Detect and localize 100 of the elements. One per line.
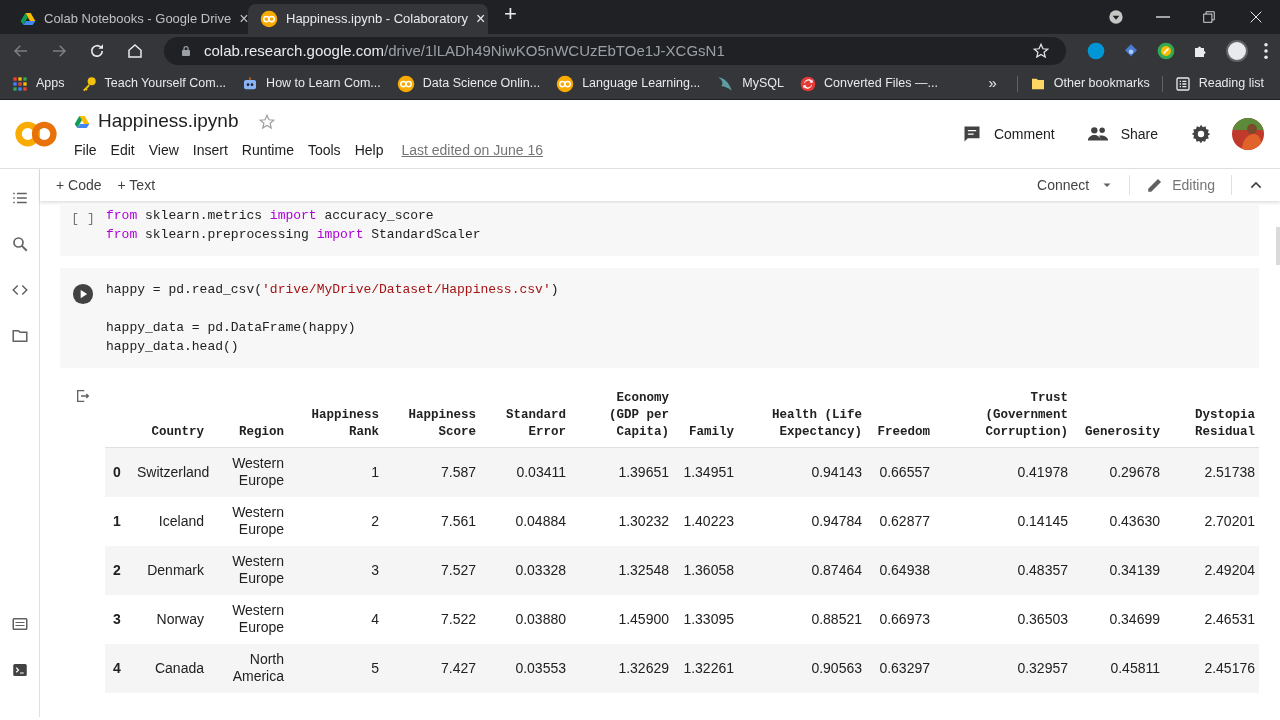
last-edited-link[interactable]: Last edited on June 16 — [401, 139, 544, 161]
table-cell: 0.94784 — [811, 512, 862, 529]
table-cell: 0.66557 — [879, 463, 930, 480]
table-cell: 0.03880 — [515, 610, 566, 627]
table-cell: 0.66973 — [879, 610, 930, 627]
column-header: Trust (Government Corruption) — [984, 390, 1068, 441]
menu-item[interactable]: Help — [354, 139, 384, 161]
table-cell: Iceland — [158, 512, 204, 529]
row-index: 4 — [113, 659, 121, 676]
notebook-title[interactable]: Happiness.ipynb — [98, 107, 239, 136]
lock-icon — [180, 45, 192, 57]
table-cell: 0.34139 — [1109, 561, 1160, 578]
table-cell: Norway — [156, 610, 204, 627]
output-icon — [75, 388, 91, 404]
code-cell[interactable]: happy = pd.read_csv('drive/MyDrive/Dataset/Happiness.csv') happy_data = pd.DataFrame(happy) happy_data.head() — [60, 268, 1259, 368]
profile-avatar[interactable] — [1226, 40, 1248, 62]
close-tab-button[interactable]: × — [239, 7, 249, 31]
table-cell: 0.87464 — [811, 561, 862, 578]
menu-item[interactable]: Runtime — [241, 139, 294, 161]
drive-icon — [20, 11, 36, 27]
editing-mode-button[interactable]: Editing — [1130, 174, 1231, 196]
table-cell: 2.49204 — [1204, 561, 1255, 578]
bookmark[interactable]: How to Learn Com... — [242, 74, 397, 93]
table-cell: 1 — [371, 463, 379, 480]
forward-icon — [50, 42, 68, 60]
menu-item[interactable]: Tools — [307, 139, 341, 161]
table-cell: Western Europe — [232, 602, 284, 635]
bookmark[interactable]: Converted Files —... — [800, 74, 954, 93]
menu-item[interactable]: File — [74, 139, 97, 161]
reading-list-icon — [1174, 75, 1191, 92]
table-cell: 0.88521 — [811, 610, 862, 627]
table-cell: 1.45900 — [618, 610, 669, 627]
code-cell[interactable]: [ ] from sklearn.metrics import accuracy_score from sklearn.preprocessing import StandardScaler — [60, 205, 1259, 256]
table-cell: 2.45176 — [1204, 659, 1255, 676]
reload-icon — [88, 42, 106, 60]
table-cell: Canada — [154, 659, 204, 676]
table-cell: 0.48357 — [1017, 561, 1068, 578]
table-cell: 0.04884 — [515, 512, 566, 529]
bookmark-star-icon — [1032, 42, 1050, 60]
table-cell: 0.63297 — [879, 659, 930, 676]
row-index: 1 — [113, 512, 121, 529]
bookmark[interactable]: Reading list — [1170, 74, 1268, 93]
column-header: Region — [238, 424, 284, 441]
bookmark[interactable]: Apps — [12, 74, 81, 93]
column-header: Generosity — [1084, 424, 1160, 441]
add-cell-button[interactable]: + Code — [56, 174, 102, 196]
bookmark[interactable]: Teach Yourself Com... — [80, 74, 243, 93]
table-cell: 0.94143 — [811, 463, 862, 480]
share-button[interactable]: Share — [1086, 123, 1158, 145]
column-header: Dystopia Residual — [1194, 407, 1255, 441]
column-header: Health (Life Expectancy) — [771, 407, 862, 441]
table-cell: 2.51738 — [1204, 463, 1255, 480]
bookmark[interactable]: Other bookmarks — [1025, 74, 1154, 93]
table-cell: 7.561 — [440, 512, 476, 529]
bookmark[interactable]: Data Science Onlin... — [396, 74, 557, 93]
browser-tab[interactable]: Happiness.ipynb - Colaboratory × — [248, 4, 488, 34]
browser-tab[interactable]: Colab Notebooks - Google Drive × — [8, 4, 248, 34]
colab-logo-icon — [396, 74, 415, 93]
table-cell: 1.32629 — [618, 659, 669, 676]
comment-button[interactable]: Comment — [961, 123, 1055, 145]
code-text: happy = pd.read_csv('drive/MyDrive/Dataset/Happiness.csv') happy_data = pd.DataFrame(happy) happy_data.head() — [106, 281, 559, 356]
add-cell-button[interactable]: + Text — [117, 174, 156, 196]
bookmark[interactable]: MySQL — [716, 74, 801, 93]
table-cell: 1.32548 — [618, 561, 669, 578]
column-header: Freedom — [876, 424, 930, 441]
run-cell-button — [72, 283, 94, 305]
bookmark[interactable]: Language Learning... — [556, 74, 717, 93]
table-cell: 5 — [371, 659, 379, 676]
column-header: Economy (GDP per Capita) — [608, 390, 669, 441]
robot-icon — [242, 75, 259, 92]
address-bar[interactable]: colab.research.google.com/drive/1lLADh49NiwKO5nWCUzEbTOe1J-XCGsN1 — [164, 37, 1066, 65]
more-menu-icon[interactable] — [1264, 43, 1268, 59]
table-cell: 0.34699 — [1109, 610, 1160, 627]
table-cell: Western Europe — [232, 504, 284, 537]
table-cell: 0.03328 — [515, 561, 566, 578]
table-cell: Denmark — [147, 561, 204, 578]
menu-item[interactable]: View — [148, 139, 179, 161]
column-header: Standard Error — [505, 407, 566, 441]
table-cell: 1.40223 — [683, 512, 734, 529]
table-cell: Switzerland — [137, 463, 210, 480]
table-cell: 2 — [371, 512, 379, 529]
table-cell: 7.587 — [440, 463, 476, 480]
table-cell: 0.41978 — [1017, 463, 1068, 480]
drive-icon — [74, 113, 90, 130]
connect-button[interactable]: Connect — [1037, 174, 1130, 196]
menu-item[interactable]: Edit — [110, 139, 135, 161]
more-bookmarks-button[interactable]: » — [976, 72, 1009, 95]
user-avatar[interactable] — [1232, 118, 1264, 150]
column-header: Happiness Score — [407, 407, 476, 441]
table-cell: 0.14145 — [1017, 512, 1068, 529]
table-cell: 7.527 — [440, 561, 476, 578]
table-cell: 1.34951 — [683, 463, 734, 480]
table-cell: 7.522 — [440, 610, 476, 627]
menu-item[interactable]: Insert — [192, 139, 228, 161]
close-tab-button[interactable]: × — [476, 7, 486, 31]
table-cell: 0.03553 — [515, 659, 566, 676]
new-tab-button[interactable]: + — [504, 0, 517, 30]
table-cell: 1.30232 — [618, 512, 669, 529]
table-cell: 0.64938 — [879, 561, 930, 578]
table-cell: 0.45811 — [1110, 659, 1160, 676]
